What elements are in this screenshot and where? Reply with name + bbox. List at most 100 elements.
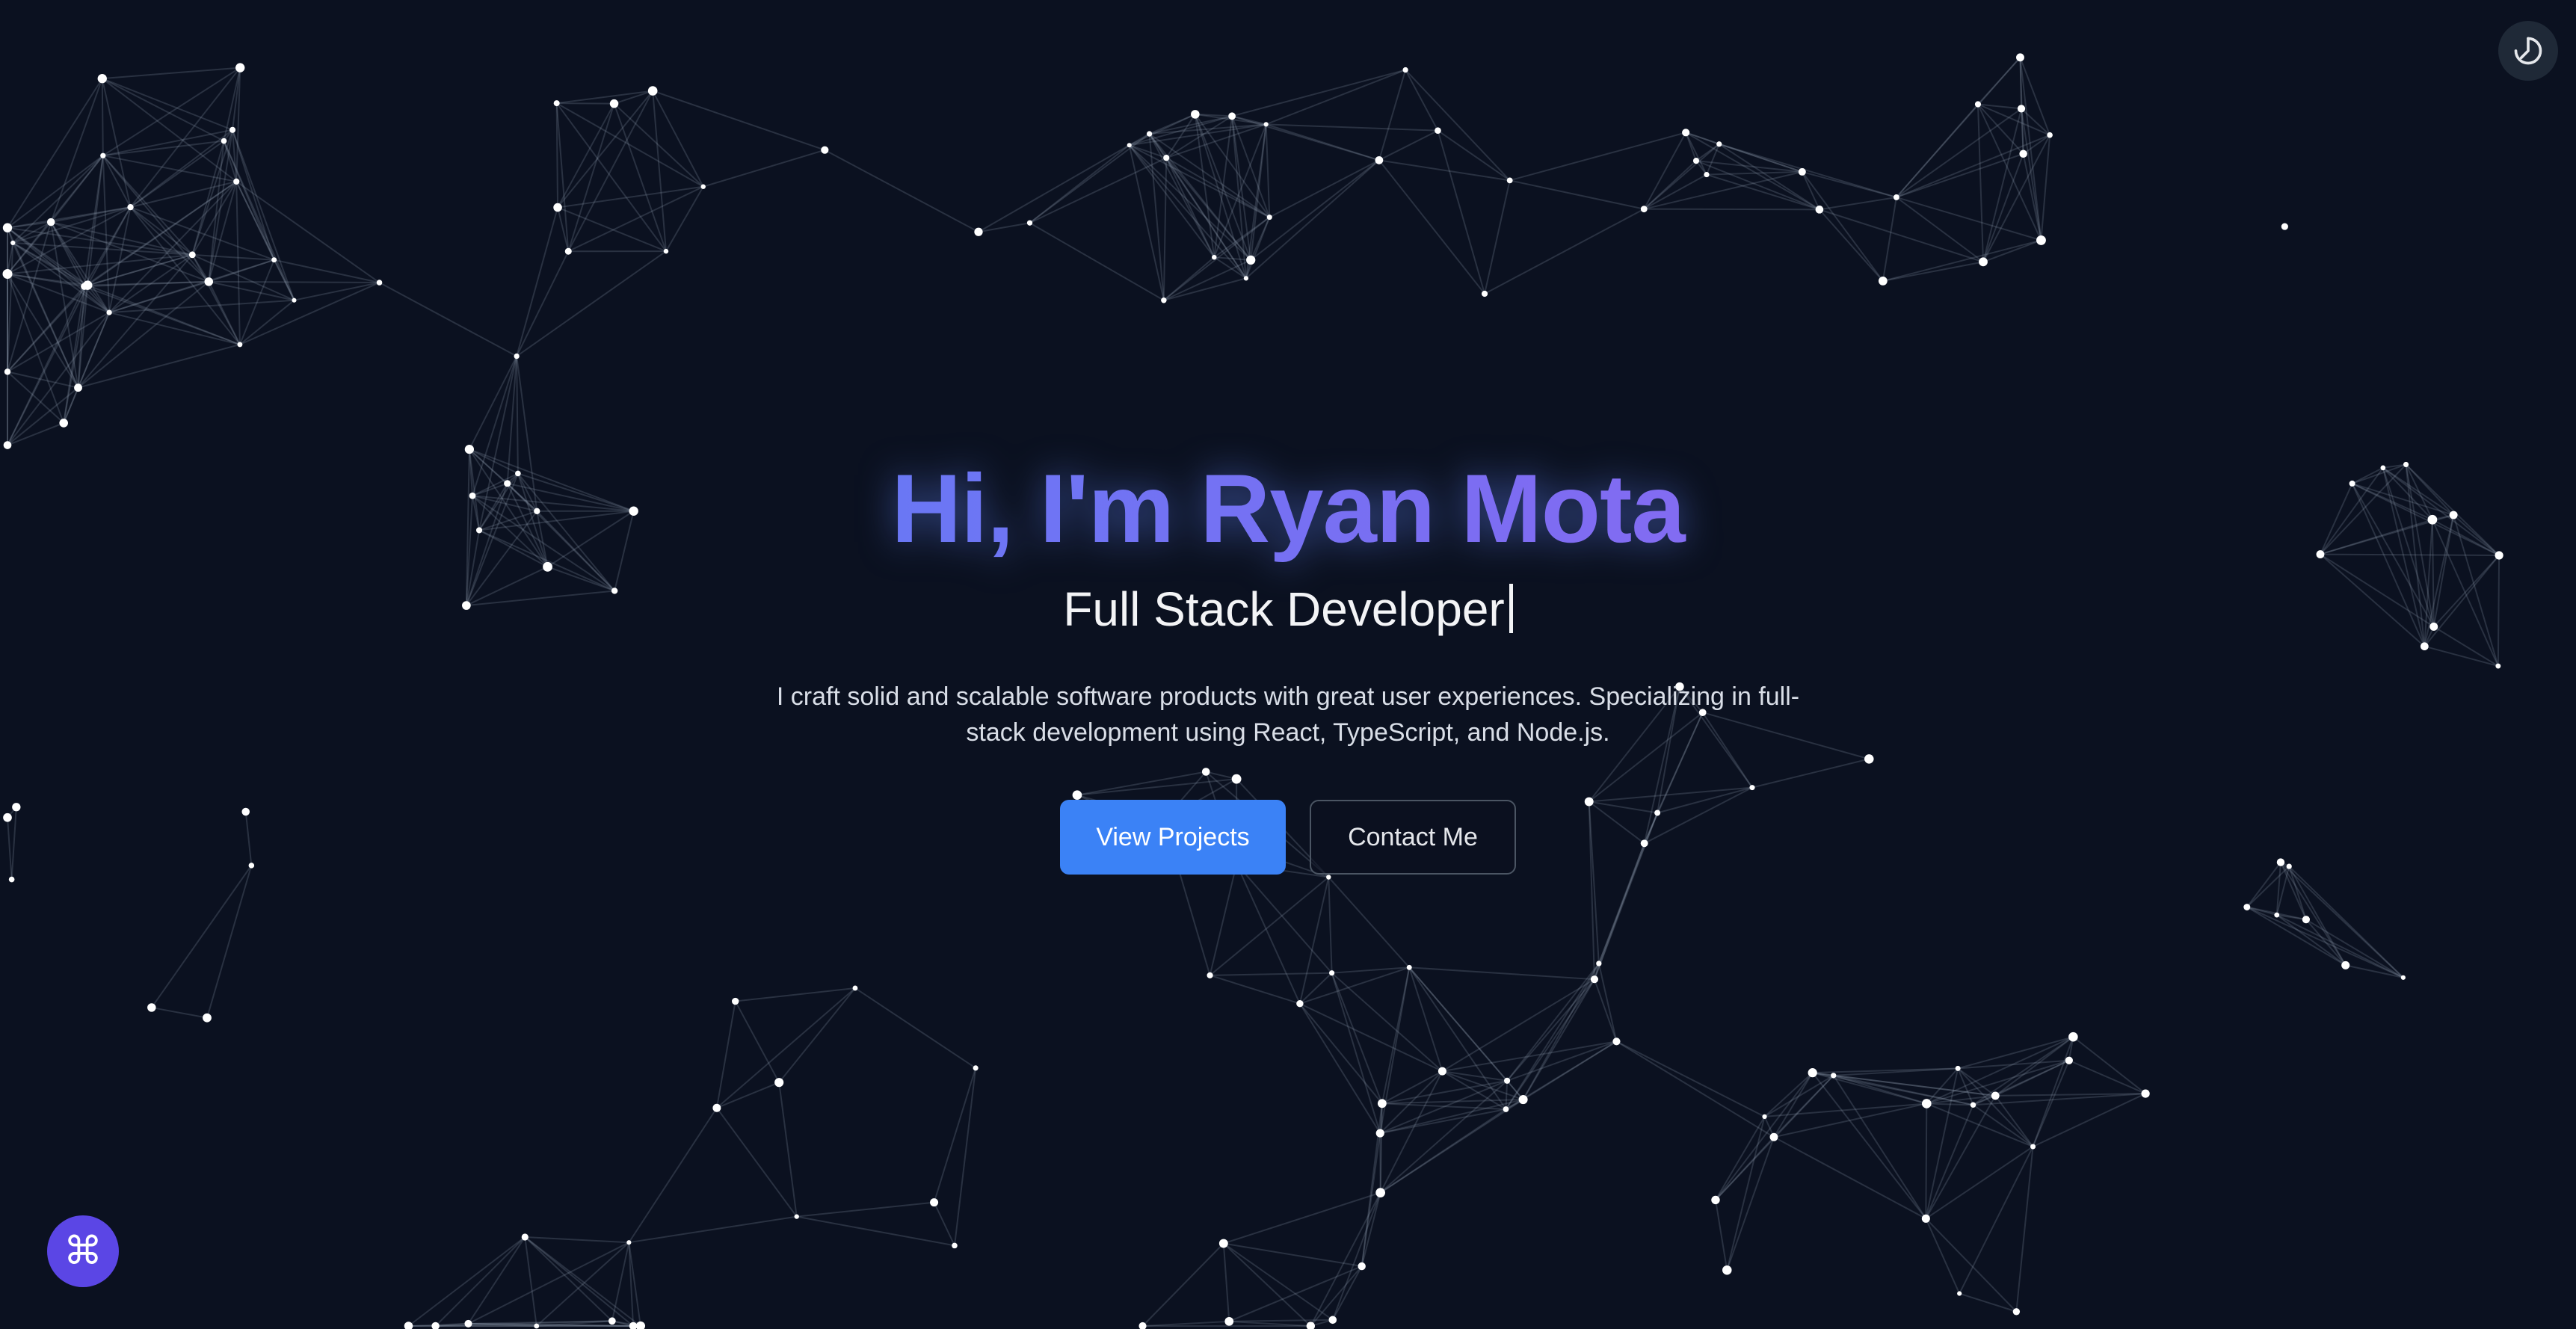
network-link [1982, 239, 2042, 263]
network-node [1207, 972, 1213, 978]
network-link [467, 1236, 526, 1325]
hero-subtitle: Full Stack Developer [0, 576, 2576, 643]
network-link [102, 67, 241, 80]
network-node [464, 1319, 472, 1328]
network-link [1593, 978, 1618, 1042]
network-link [2345, 964, 2404, 978]
network-link [1331, 972, 1383, 1104]
theme-toggle-button[interactable] [2498, 21, 2558, 81]
network-link [1925, 1218, 1961, 1294]
network-link [1714, 1200, 1728, 1271]
network-link [1925, 1104, 1974, 1219]
network-node [1762, 1114, 1767, 1119]
network-node [1704, 172, 1710, 178]
network-link [524, 1236, 613, 1322]
network-node [1955, 1065, 1961, 1071]
network-node [1326, 875, 1331, 880]
network-node [97, 73, 107, 84]
network-node [2, 223, 13, 232]
network-link [379, 282, 517, 357]
network-node [553, 100, 560, 107]
network-link [1896, 196, 2042, 241]
network-node [794, 1214, 799, 1219]
network-link [1615, 1040, 1765, 1117]
network-node [1722, 1265, 1732, 1275]
network-link [1408, 966, 1507, 1110]
network-node [1243, 276, 1249, 281]
network-node [1640, 206, 1648, 213]
network-node [1590, 975, 1599, 984]
network-link [1331, 972, 1381, 1134]
network-link [7, 386, 79, 446]
network-node [1504, 1077, 1511, 1084]
network-node [229, 126, 236, 133]
network-link [7, 371, 64, 424]
network-link [209, 280, 380, 284]
network-link [1328, 877, 1333, 973]
network-node [626, 1240, 632, 1245]
network-link [1231, 69, 1406, 117]
network-node [700, 184, 706, 189]
network-link [796, 1201, 934, 1218]
network-node [1957, 1291, 1962, 1296]
network-link [1381, 1103, 1506, 1110]
network-node [2341, 960, 2350, 969]
network-node [534, 1323, 540, 1329]
network-link [1223, 1191, 1381, 1245]
network-link [735, 987, 856, 1002]
network-link [715, 1001, 736, 1108]
network-link [652, 90, 667, 252]
network-node [608, 1317, 616, 1325]
network-link [516, 250, 667, 357]
network-link [524, 1236, 537, 1327]
command-menu-button[interactable]: ⌘ [47, 1215, 119, 1287]
network-link [1726, 1136, 1775, 1271]
network-link [101, 78, 104, 156]
network-node [2019, 149, 2027, 158]
network-link [854, 987, 976, 1069]
network-node [2141, 1089, 2150, 1098]
command-icon: ⌘ [64, 1229, 102, 1274]
network-link [611, 1242, 630, 1322]
network-link [1773, 1136, 1926, 1220]
network-node [1212, 254, 1217, 260]
network-link [151, 865, 253, 1008]
network-node [1921, 1099, 1932, 1108]
network-node [46, 218, 55, 226]
network-node [235, 63, 245, 73]
network-link [1442, 1040, 1617, 1073]
network-link [206, 865, 253, 1018]
network-link [1505, 978, 1595, 1110]
network-link [1522, 978, 1595, 1100]
network-node [2016, 53, 2024, 62]
view-projects-button[interactable]: View Projects [1060, 800, 1286, 875]
network-node [1503, 1106, 1509, 1112]
network-link [1029, 222, 1165, 301]
network-node [271, 257, 277, 263]
network-link [1896, 197, 1984, 263]
network-link [1222, 1243, 1230, 1322]
network-node [376, 280, 383, 286]
network-node [712, 1103, 721, 1112]
network-node [1026, 220, 1033, 226]
network-node [106, 309, 112, 315]
network-link [1615, 1040, 1775, 1138]
network-link [1328, 876, 1410, 968]
network-link [1266, 69, 1406, 126]
network-node [1228, 112, 1236, 120]
hero-section: Hi, I'm Ryan Mota Full Stack Developer I… [0, 0, 2576, 1329]
network-link [1209, 863, 1238, 976]
network-link [1209, 876, 1329, 976]
network-node [4, 369, 11, 375]
contact-me-button[interactable]: Contact Me [1310, 800, 1516, 875]
network-node [732, 997, 739, 1005]
network-node [1246, 255, 1256, 265]
network-node [1716, 141, 1722, 147]
network-link [1819, 209, 1984, 263]
network-node [2012, 1308, 2021, 1316]
hero-title: Hi, I'm Ryan Mota [0, 441, 2576, 576]
network-link [1925, 1095, 1997, 1219]
network-link [191, 141, 225, 256]
network-link [1236, 863, 1333, 974]
network-node [1377, 1099, 1387, 1108]
